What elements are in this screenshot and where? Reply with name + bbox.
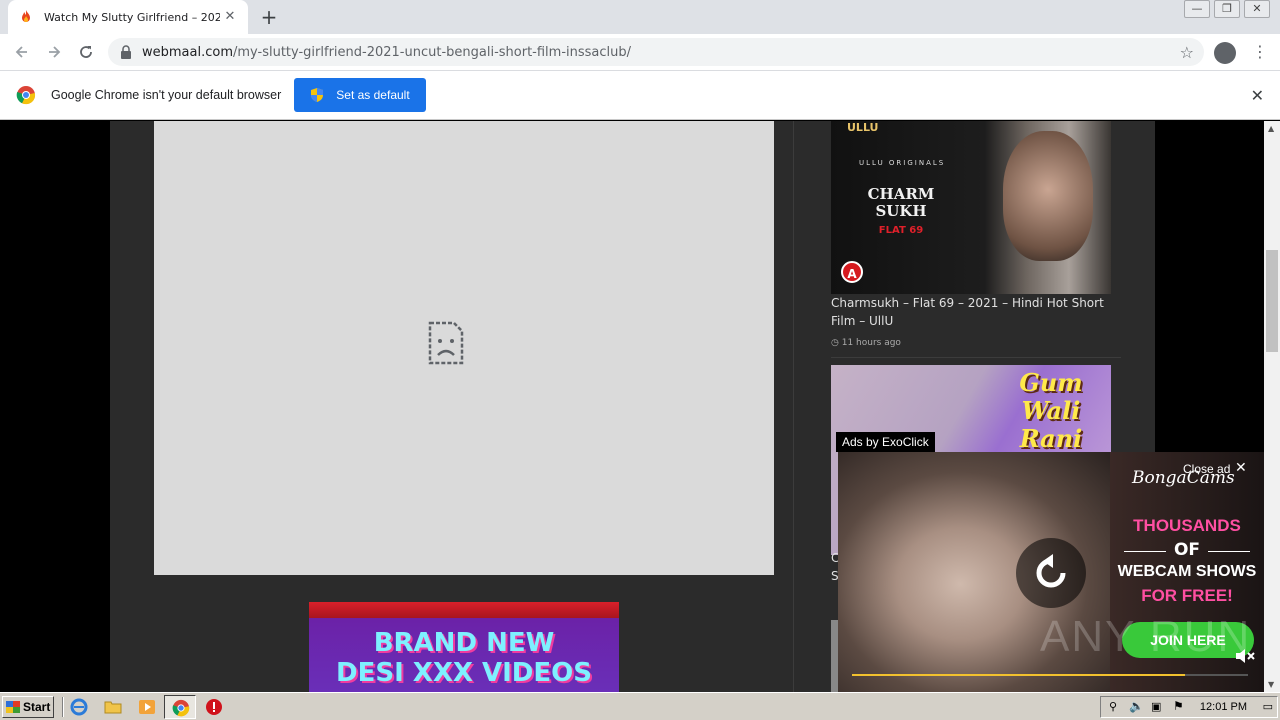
folder-icon[interactable] <box>104 698 122 716</box>
post-thumbnail[interactable]: ULLU ULLU ORIGINALS CHARM SUKH FLAT 69 A <box>831 121 1111 294</box>
window-controls: — ❐ ✕ <box>1184 0 1270 18</box>
windows-taskbar: Start ⚲ 🔈 ▣ ⚑ 12:01 PM ▭ <box>0 692 1280 720</box>
anyrun-watermark: ANY RUN <box>1040 612 1252 661</box>
bookmark-star-icon[interactable]: ☆ <box>1180 43 1194 62</box>
infobar-message: Google Chrome isn't your default browser <box>51 88 282 102</box>
start-label: Start <box>23 700 51 714</box>
scroll-down-icon[interactable]: ▼ <box>1268 680 1274 689</box>
thumb-title-line-2: SUKH <box>875 202 927 220</box>
windows-logo-icon <box>6 701 20 713</box>
ad-progress-bar[interactable] <box>852 674 1248 676</box>
taskbar-clock[interactable]: 12:01 PM <box>1200 701 1247 713</box>
sidebar-divider <box>793 121 794 692</box>
reload-icon <box>80 46 92 58</box>
post-time-text: 11 hours ago <box>841 338 901 348</box>
chrome-menu-icon[interactable]: ⋮ <box>1252 42 1268 62</box>
restore-button[interactable]: ❐ <box>1214 0 1240 18</box>
promo-banner[interactable]: BRAND NEW DESI XXX VIDEOS <box>309 602 619 692</box>
system-tray: ⚲ 🔈 ▣ ⚑ 12:01 PM ▭ <box>1100 696 1278 718</box>
scroll-thumb[interactable] <box>1266 250 1278 352</box>
url-domain: webmaal.com <box>142 44 233 60</box>
thumb-photo <box>1003 131 1093 261</box>
replay-button[interactable] <box>1016 538 1086 608</box>
clock-icon: ◷ <box>831 338 842 348</box>
url-path: /my-slutty-girlfriend-2021-uncut-bengali… <box>233 44 632 60</box>
chrome-logo-icon <box>16 86 36 105</box>
new-tab-button[interactable]: + <box>258 7 280 29</box>
lock-icon <box>121 45 131 59</box>
profile-avatar-icon[interactable] <box>1214 42 1236 64</box>
tray-volume-icon[interactable]: 🔈 <box>1129 699 1144 713</box>
tab-strip: Watch My Slutty Girlfriend – 2021 – ✕ + … <box>0 0 1280 34</box>
thumb-tagline: ULLU ORIGINALS <box>859 159 946 167</box>
scroll-up-icon[interactable]: ▲ <box>1268 124 1274 133</box>
post-divider <box>831 357 1121 358</box>
arrow-right-icon <box>49 46 61 58</box>
ad-headline-1: THOUSANDS <box>1133 516 1241 535</box>
thumb-title-line-1: CHARM <box>867 185 935 203</box>
banner-line-2: DESI XXX VIDEOS <box>336 658 592 688</box>
browser-toolbar: webmaal.com/my-slutty-girlfriend-2021-un… <box>0 34 1280 70</box>
reload-button[interactable] <box>70 36 102 68</box>
ad-progress-fill <box>852 674 1185 676</box>
uac-shield-icon <box>311 88 324 102</box>
internet-explorer-icon[interactable] <box>70 698 88 716</box>
ad-headline-4: FOR FREE! <box>1141 586 1233 605</box>
ullu-logo: ULLU <box>847 121 879 134</box>
tab-title: Watch My Slutty Girlfriend – 2021 – <box>44 10 220 24</box>
flame-favicon-icon <box>22 10 30 22</box>
chrome-taskbar-icon <box>172 699 190 717</box>
show-desktop-icon[interactable]: ▭ <box>1263 700 1273 713</box>
set-as-default-button[interactable]: Set as default <box>294 78 426 112</box>
sad-document-icon <box>428 321 464 365</box>
replay-icon <box>1036 554 1066 588</box>
chrome-taskbar-button[interactable] <box>164 695 196 719</box>
back-button[interactable] <box>6 36 38 68</box>
thumb-subtitle: FLAT 69 <box>878 225 924 236</box>
rating-badge: A <box>841 261 863 283</box>
banner-line-1: BRAND NEW <box>373 628 555 658</box>
tray-flag-icon[interactable]: ⚑ <box>1173 699 1184 713</box>
thumb2-title: Gum Wali Rani <box>991 369 1111 453</box>
close-ad-icon[interactable]: ✕ <box>1235 460 1247 476</box>
start-button[interactable]: Start <box>2 696 54 718</box>
minimize-button[interactable]: — <box>1184 0 1210 18</box>
browser-tab[interactable]: Watch My Slutty Girlfriend – 2021 – ✕ <box>8 0 248 34</box>
address-bar[interactable]: webmaal.com/my-slutty-girlfriend-2021-un… <box>108 38 1204 66</box>
arrow-left-icon <box>15 46 27 58</box>
tab-close-icon[interactable]: ✕ <box>222 9 238 25</box>
close-ad-button[interactable]: Close ad <box>1183 462 1230 476</box>
set-as-default-label: Set as default <box>336 88 410 102</box>
thumb2-title-line-2: Rani <box>1019 424 1083 453</box>
post-title[interactable]: Charmsukh – Flat 69 – 2021 – Hindi Hot S… <box>831 294 1121 330</box>
media-player-icon[interactable] <box>138 698 156 716</box>
page-scrollbar[interactable]: ▲ ▼ <box>1264 121 1280 692</box>
taskbar-separator <box>62 697 64 717</box>
tray-network-icon[interactable]: ⚲ <box>1109 700 1117 713</box>
ad-headline-3: WEBCAM SHOWS <box>1117 563 1257 580</box>
post-time: ◷ 11 hours ago <box>831 338 901 348</box>
thumb2-title-line-1: Gum Wali <box>1019 368 1083 425</box>
warning-stop-icon[interactable] <box>205 698 223 716</box>
default-browser-infobar: Google Chrome isn't your default browser… <box>0 70 1280 120</box>
ad-headline-2: OF <box>1110 540 1264 560</box>
url-text: webmaal.com/my-slutty-girlfriend-2021-un… <box>142 45 631 60</box>
forward-button[interactable] <box>38 36 70 68</box>
thumb-title: CHARM SUKH <box>851 186 951 220</box>
banner-ribbon <box>309 602 619 618</box>
tray-power-icon[interactable]: ▣ <box>1151 700 1161 713</box>
infobar-close-icon[interactable]: ✕ <box>1251 86 1264 105</box>
ad-provider-label[interactable]: Ads by ExoClick <box>836 432 935 452</box>
video-player[interactable] <box>154 121 774 575</box>
close-window-button[interactable]: ✕ <box>1244 0 1270 18</box>
muted-speaker-icon[interactable] <box>1233 644 1257 668</box>
sidebar-post[interactable]: ULLU ULLU ORIGINALS CHARM SUKH FLAT 69 A … <box>831 121 1121 357</box>
